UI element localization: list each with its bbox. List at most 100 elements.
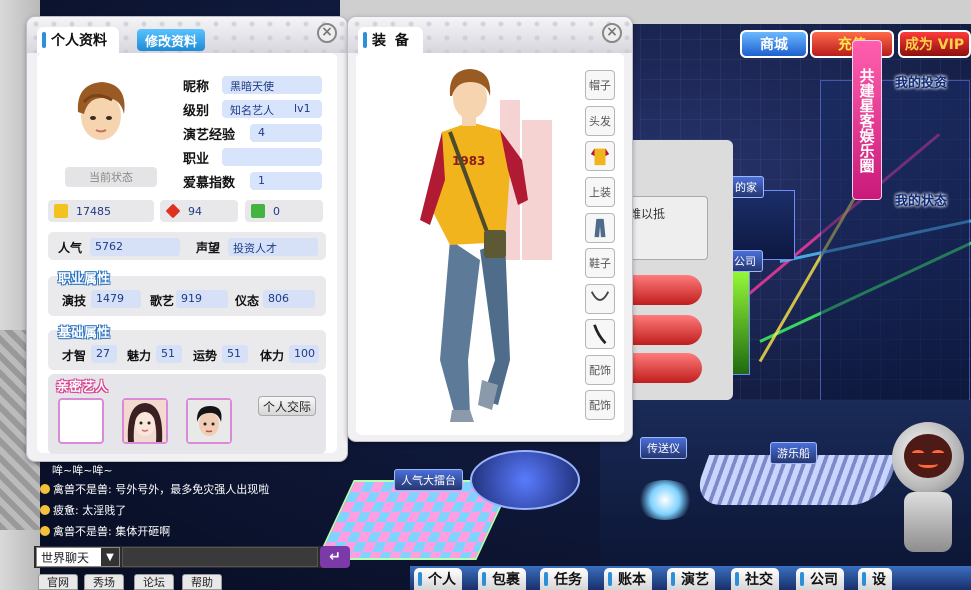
field-label-experience: 演艺经验 <box>183 128 236 143</box>
chat-channel-select[interactable]: 世界聊天 ▼ <box>36 547 120 567</box>
wisdom-value: 27 <box>91 345 117 363</box>
chat-channel-label: 世界聊天 <box>41 550 90 565</box>
necklace-icon <box>590 291 610 301</box>
chat-text: 哞~哞~哞~ <box>52 464 113 477</box>
field-label-level: 级别 <box>183 104 210 119</box>
equip-slot-shirt-item[interactable] <box>585 141 615 171</box>
acting-label: 演技 <box>62 294 87 308</box>
cash-icon <box>251 204 265 218</box>
equip-slot-hat[interactable]: 帽子 <box>585 70 615 100</box>
reputation-value: 投资人才 <box>228 238 318 256</box>
nav-social[interactable]: 社交 <box>731 568 779 590</box>
help-link[interactable]: 帮助 <box>182 574 222 590</box>
my-status-link[interactable]: 我的状态 <box>895 190 947 209</box>
nickname-value: 黑暗天使 <box>222 76 322 94</box>
vip-button[interactable]: 成为 VIP <box>898 30 971 58</box>
luck-value: 51 <box>222 345 248 363</box>
field-label-admiration: 爱慕指数 <box>183 176 236 191</box>
field-label-nickname: 昵称 <box>183 80 210 95</box>
vip-band[interactable]: 共建星客娱乐圈 <box>852 40 882 200</box>
map-label-cruise[interactable]: 游乐船 <box>770 442 817 464</box>
tab-profile[interactable]: 个人资料 <box>37 27 119 53</box>
level-number: lv1 <box>294 102 311 115</box>
chevron-down-icon[interactable]: ▼ <box>101 548 119 566</box>
character-figure[interactable]: 1983 <box>410 60 580 440</box>
gold-icon <box>54 204 68 218</box>
tab-edit-profile[interactable]: 修改资料 <box>137 29 206 51</box>
official-site-link[interactable]: 官网 <box>38 574 78 590</box>
show-link[interactable]: 秀场 <box>84 574 124 590</box>
nav-perform[interactable]: 演艺 <box>667 568 715 590</box>
chat-line[interactable]: 疲惫: 太淫贱了 <box>40 502 126 518</box>
forum-link[interactable]: 论坛 <box>134 574 174 590</box>
friend-avatar-male[interactable] <box>186 398 232 444</box>
friend-face-icon <box>124 400 166 442</box>
level-value: 知名艺人 lv1 <box>222 100 322 118</box>
equip-slot-hair[interactable]: 头发 <box>585 106 615 136</box>
my-invest-link[interactable]: 我的投资 <box>895 72 947 91</box>
nav-tasks[interactable]: 任务 <box>540 568 588 590</box>
friend-face-icon <box>188 400 230 442</box>
gold-value: 17485 <box>76 204 111 218</box>
friend-avatar-female[interactable] <box>122 398 168 444</box>
reputation-label: 声望 <box>196 241 221 255</box>
bag-strap-icon <box>593 324 607 345</box>
basic-section-title: 基础属性 <box>58 326 111 341</box>
equip-slot-pants-item[interactable] <box>585 213 615 243</box>
singing-value: 919 <box>176 290 228 308</box>
equip-slot-shoes[interactable]: 鞋子 <box>585 248 615 278</box>
robot-guide[interactable] <box>888 422 968 572</box>
field-label-career: 职业 <box>183 152 210 167</box>
charm-value: 51 <box>156 345 182 363</box>
map-label-home[interactable]: 的家 <box>728 176 764 198</box>
chat-line: 哞~哞~哞~ <box>52 462 113 478</box>
teleporter-fountain[interactable] <box>635 480 695 520</box>
nav-ledger[interactable]: 账本 <box>604 568 652 590</box>
equip-slot-accessory-2[interactable]: 配饰 <box>585 390 615 420</box>
user-icon <box>40 484 50 494</box>
building[interactable] <box>730 265 750 375</box>
social-button[interactable]: 个人交际 <box>258 396 316 416</box>
chat-line[interactable]: 禽兽不是兽: 号外号外，最多免灾强人出现啦 <box>40 481 269 497</box>
building <box>820 80 970 410</box>
chat-line[interactable]: 禽兽不是兽: 集体开砸啊 <box>40 523 170 539</box>
shirt-icon <box>590 148 610 166</box>
equip-slot-accessory-1[interactable]: 配饰 <box>585 355 615 385</box>
nav-bag[interactable]: 包裹 <box>478 568 526 590</box>
close-icon[interactable]: × <box>317 23 337 43</box>
chat-text: 禽兽不是兽: 集体开砸啊 <box>53 525 171 538</box>
send-icon[interactable]: ↵ <box>320 546 350 568</box>
equip-slot-strap-item[interactable] <box>585 319 615 349</box>
jeans-icon <box>594 218 606 238</box>
singing-label: 歌艺 <box>150 294 175 308</box>
close-friends-title: 亲密艺人 <box>56 380 109 395</box>
manner-value: 806 <box>263 290 315 308</box>
map-label-stage[interactable]: 人气大擂台 <box>394 469 463 491</box>
user-icon <box>40 526 50 536</box>
charm-label: 魅力 <box>127 349 152 363</box>
nav-settings[interactable]: 设 <box>858 568 892 590</box>
level-name: 知名艺人 <box>230 104 274 117</box>
friend-slot-empty[interactable] <box>58 398 104 444</box>
current-status-button[interactable]: 当前状态 <box>65 167 157 187</box>
admiration-value: 1 <box>250 172 322 190</box>
gold-stat: 17485 <box>48 200 154 222</box>
chat-input[interactable] <box>122 547 318 567</box>
equip-slot-top[interactable]: 上装 <box>585 177 615 207</box>
manner-label: 仪态 <box>235 294 260 308</box>
nav-company[interactable]: 公司 <box>796 568 844 590</box>
stamina-label: 体力 <box>260 349 285 363</box>
robot-head <box>892 422 964 494</box>
chat-text: 禽兽不是兽: 号外号外，最多免灾强人出现啦 <box>53 483 270 496</box>
wisdom-label: 才智 <box>62 349 87 363</box>
cash-stat: 0 <box>245 200 323 222</box>
close-icon[interactable]: × <box>602 23 622 43</box>
shop-button[interactable]: 商城 <box>740 30 808 58</box>
equip-slot-necklace-item[interactable] <box>585 284 615 314</box>
cash-value: 0 <box>273 204 280 218</box>
tab-equipment[interactable]: 装 备 <box>358 27 423 53</box>
dome-building[interactable] <box>470 450 580 510</box>
nav-personal[interactable]: 个人 <box>414 568 462 590</box>
map-label-teleporter[interactable]: 传送仪 <box>640 437 687 459</box>
avatar[interactable] <box>72 78 130 144</box>
